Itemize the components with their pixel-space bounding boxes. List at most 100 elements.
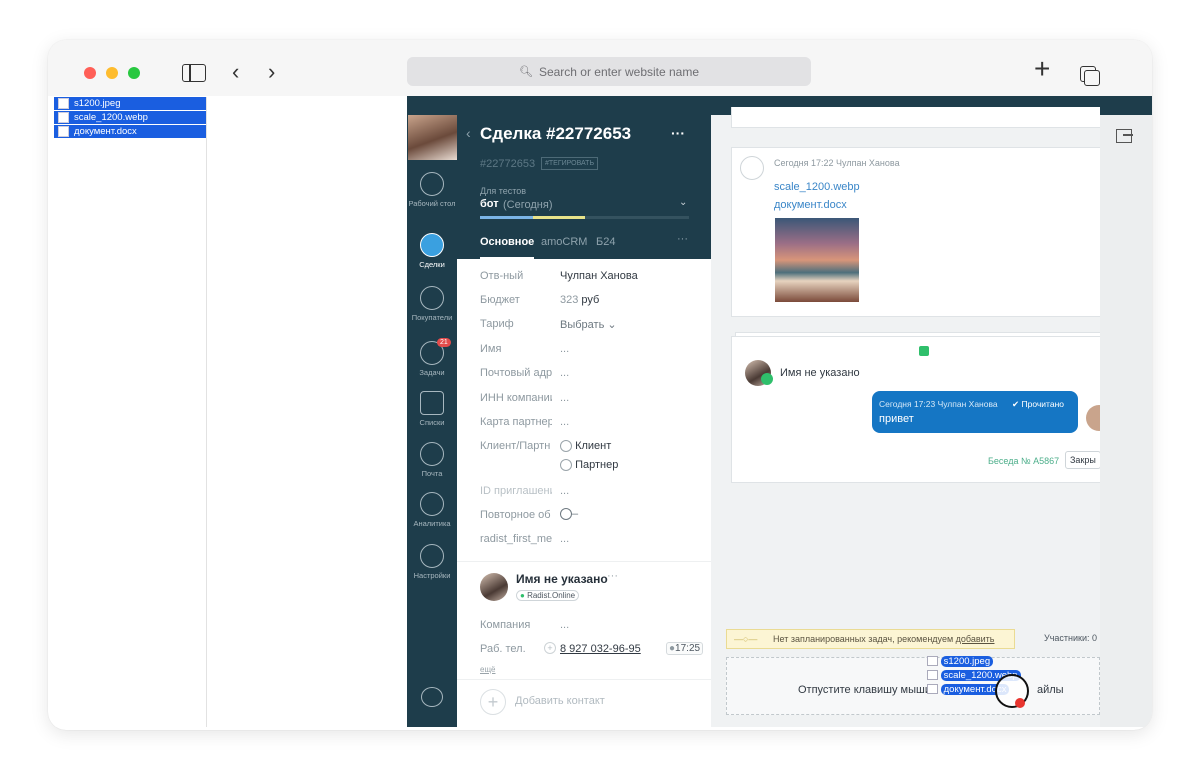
field-label: Бюджет (480, 294, 520, 306)
analytics-icon (420, 492, 444, 516)
field-label: Отв-ный (480, 270, 524, 282)
message-bubble: Сегодня 17:23 Чулпан Ханова ✔ Прочитано … (872, 391, 1078, 433)
whatsapp-icon (919, 346, 929, 356)
more-link[interactable]: ещё (480, 665, 495, 674)
contact-avatar[interactable] (480, 573, 508, 601)
stage-dropdown-icon[interactable]: ⌄ (679, 197, 687, 208)
main-nav: Рабочий стол Сделки Покупатели Задачи 21… (407, 115, 457, 727)
nav-item-customers[interactable]: Покупатели (407, 286, 457, 322)
repeat-toggle[interactable]: – (560, 508, 578, 521)
radio-circle-icon (560, 459, 572, 472)
tariff-select[interactable]: Выбрать ⌄ (560, 318, 617, 331)
deal-fields: Отв-ный Чулпан Ханова Бюджет 323 руб Тар… (457, 259, 711, 727)
tag-button[interactable]: #ТЕГИРОВАТЬ (541, 157, 599, 170)
chat-icon[interactable] (421, 687, 443, 707)
nav-item-settings[interactable]: Настройки (407, 544, 457, 580)
deal-more-button[interactable]: ··· (671, 125, 685, 141)
add-phone-icon[interactable]: + (544, 642, 556, 654)
nav-item-tasks[interactable]: Задачи 21 (407, 338, 457, 377)
add-contact-button[interactable]: Добавить контакт (515, 695, 605, 707)
finder-file-row[interactable]: документ.docx (54, 125, 206, 138)
back-chevron-icon[interactable]: ‹ (466, 125, 471, 141)
phone-label: Раб. тел. (480, 643, 526, 655)
attachment-link[interactable]: scale_1200.webp (774, 181, 860, 193)
contact-name[interactable]: Имя не указано (516, 572, 608, 586)
zoom-window-button[interactable] (128, 67, 140, 79)
field-value[interactable]: Чулпан Ханова (560, 270, 638, 282)
note-icon (740, 156, 764, 180)
whatsapp-icon: ● (520, 591, 525, 600)
field-value[interactable]: ... (560, 533, 569, 545)
stage-progress (480, 216, 689, 219)
close-conversation-button[interactable]: Закры (1065, 451, 1101, 469)
nav-item-deals[interactable]: Сделки (407, 233, 457, 269)
sidebar-toggle-icon[interactable] (182, 64, 206, 82)
field-label: Карта партнера (480, 416, 552, 428)
field-value[interactable]: ... (560, 485, 569, 497)
avatar[interactable] (408, 115, 457, 160)
contact-more-button[interactable]: ··· (607, 570, 618, 582)
phone-value[interactable]: 8 927 032-96-95 (560, 643, 641, 655)
browser-toolbar: ‹ › 🔍︎ Search or enter website name + (48, 40, 1152, 96)
drag-count-badge (1015, 698, 1025, 708)
stage-name[interactable]: бот (480, 198, 499, 210)
crm-app: Рабочий стол Сделки Покупатели Задачи 21… (407, 96, 1146, 727)
tab-main[interactable]: Основное (480, 236, 535, 259)
field-value[interactable]: ... (560, 392, 569, 404)
field-label: Имя (480, 343, 502, 355)
field-label: ID приглашения (480, 485, 552, 497)
contact-divider (457, 679, 711, 680)
field-label: ИНН компании (480, 392, 552, 404)
minimize-window-button[interactable] (106, 67, 118, 79)
image-file-icon (927, 656, 938, 667)
nav-item-mail[interactable]: Почта (407, 442, 457, 478)
whatsapp-icon (761, 373, 773, 385)
client-radio[interactable]: Клиент (560, 440, 611, 453)
add-task-link[interactable]: добавить (956, 634, 995, 644)
finder-file-row[interactable]: scale_1200.webp (54, 111, 206, 124)
field-value[interactable]: ... (560, 416, 569, 428)
document-file-icon (58, 112, 69, 123)
feed-top-card (731, 107, 1105, 128)
file-drop-zone[interactable]: Отпустите клавишу мыши айлы s1200.jpeg s… (726, 656, 1100, 715)
add-contact-icon[interactable]: + (480, 689, 506, 715)
radio-circle-icon (560, 440, 572, 453)
message-text: привет (879, 413, 914, 425)
mail-icon (420, 442, 444, 466)
task-warning: —○— Нет запланированных задач, рекоменду… (726, 629, 1015, 649)
attachment-link[interactable]: документ.docx (774, 199, 847, 211)
company-value[interactable]: ... (560, 619, 569, 631)
expand-panel-icon[interactable] (1116, 129, 1133, 143)
tabs-more-button[interactable]: ··· (677, 233, 688, 245)
tab-amocrm[interactable]: amoCRM (541, 236, 587, 248)
chevron-down-icon: ⌄ (607, 319, 617, 331)
field-label: Клиент/Партн (480, 440, 551, 452)
tabs-overview-icon[interactable] (1080, 66, 1100, 86)
nav-item-lists[interactable]: Списки (407, 391, 457, 427)
nav-item-analytics[interactable]: Аналитика (407, 492, 457, 528)
field-label: radist_first_me (480, 533, 552, 545)
deal-id: #22772653 (480, 158, 536, 170)
clock-icon: —○— (734, 634, 758, 644)
field-value[interactable]: ... (560, 367, 569, 379)
settings-icon (420, 544, 444, 568)
document-file-icon (927, 670, 938, 681)
nav-item-dashboard[interactable]: Рабочий стол (407, 172, 457, 208)
partner-radio[interactable]: Партнер (560, 459, 618, 472)
back-icon[interactable]: ‹ (232, 61, 239, 83)
dashboard-icon (420, 172, 444, 196)
close-window-button[interactable] (84, 67, 96, 79)
conversation-id[interactable]: Беседа № A5867 (988, 456, 1059, 466)
budget-field[interactable]: 323 руб (560, 294, 599, 306)
address-bar[interactable]: 🔍︎ Search or enter website name (407, 57, 811, 86)
word-file-icon (927, 684, 938, 695)
chat-card: Имя не указано Сегодня 17:23 Чулпан Хано… (731, 336, 1112, 483)
new-tab-icon[interactable]: + (1034, 55, 1050, 83)
pipeline-label: Для тестов (480, 186, 527, 196)
contact-divider (457, 561, 711, 562)
attachment-image[interactable] (775, 218, 859, 302)
field-value[interactable]: ... (560, 343, 569, 355)
forward-icon[interactable]: › (268, 61, 275, 83)
tab-b24[interactable]: Б24 (596, 236, 615, 248)
finder-file-row[interactable]: s1200.jpeg (54, 97, 206, 110)
